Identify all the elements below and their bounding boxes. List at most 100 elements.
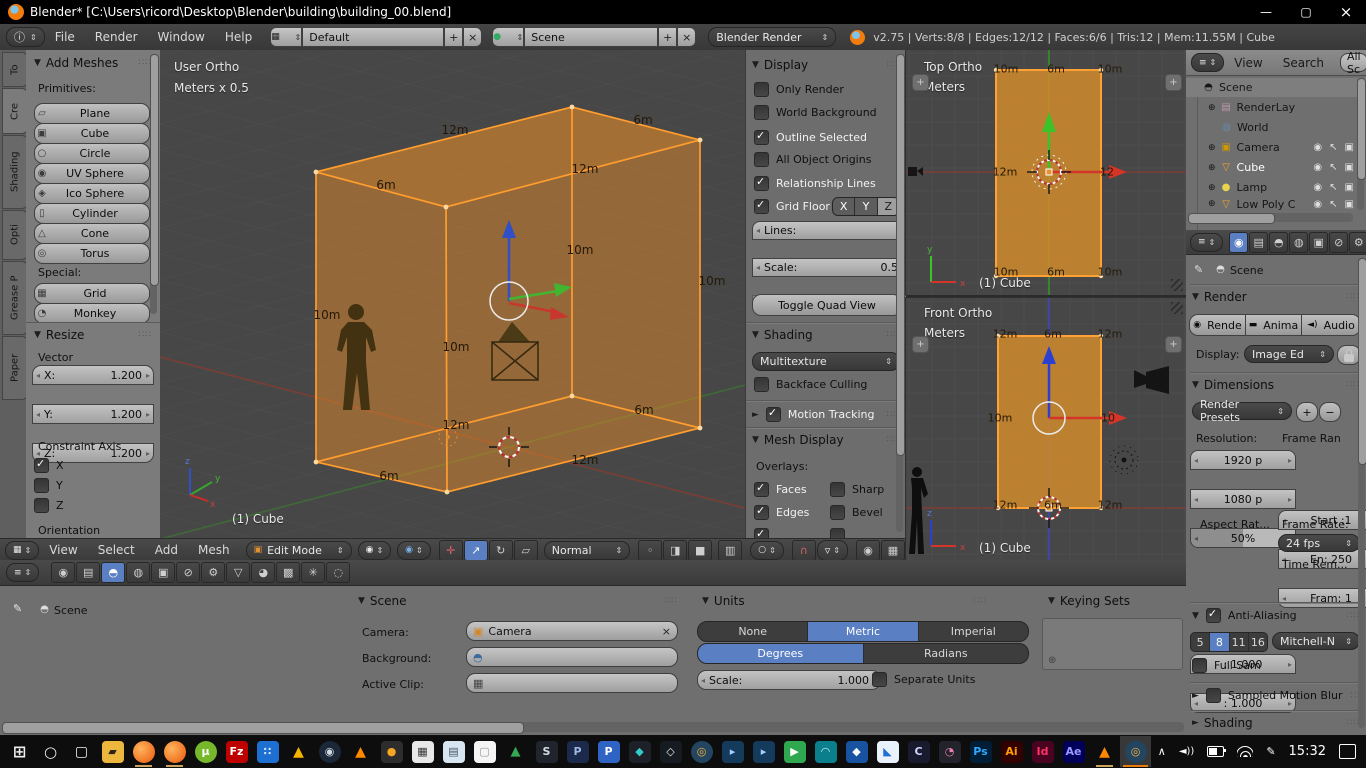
scene-icon[interactable]: ◓ xyxy=(1269,232,1288,253)
world-icon[interactable]: ◍ xyxy=(126,562,150,583)
region-expand-button[interactable]: + xyxy=(1165,74,1182,91)
shading-mode-selector[interactable]: Multitexture⇕ xyxy=(752,352,900,371)
add-torus-button[interactable]: ◎Torus xyxy=(34,243,150,264)
grid-lines-field[interactable]: Lines:50 xyxy=(752,221,906,240)
viewport-3d[interactable]: zyx User Ortho Meters x 0.5 (1) Cube 12m… xyxy=(160,50,745,538)
add-ico-sphere-button[interactable]: ◈Ico Sphere xyxy=(34,183,150,204)
notepad[interactable]: ▤ xyxy=(438,736,469,767)
indesign[interactable]: Id xyxy=(1027,736,1058,767)
tab-tools[interactable]: To xyxy=(2,52,28,87)
keying-sets-list[interactable]: ⊕ xyxy=(1042,618,1183,670)
shading-panel-header[interactable]: ▼Shading∷∷ xyxy=(752,328,900,342)
steam[interactable]: ◉ xyxy=(314,736,345,767)
mkv-app[interactable]: ▸ xyxy=(717,736,748,767)
anti-aliasing-panel-header[interactable]: ▼ Anti-Aliasing∷∷ xyxy=(1192,608,1360,623)
editor-type-outliner[interactable]: ≡⇕ xyxy=(1191,53,1224,72)
constraint-y-checkbox[interactable]: Y xyxy=(34,478,63,493)
tab-create[interactable]: Cre xyxy=(2,88,28,134)
unit-scale-field[interactable]: Scale:1.000 xyxy=(697,670,881,690)
add-grid-button[interactable]: ▦Grid xyxy=(34,283,150,304)
edge-select-toggle[interactable]: ◨ xyxy=(663,540,687,561)
constraint-x-checkbox[interactable]: X xyxy=(34,458,64,473)
battery-icon[interactable] xyxy=(1207,746,1224,757)
separate-units-checkbox[interactable]: Separate Units xyxy=(872,672,975,687)
expand-icon[interactable]: ⊕ xyxy=(1208,103,1216,113)
vlc-2[interactable]: ▲ xyxy=(1089,736,1120,767)
render-display-selector[interactable]: Image Ed⇕ xyxy=(1244,345,1334,363)
units-degrees-button[interactable]: Degrees xyxy=(698,644,863,663)
bevel-overlay-checkbox[interactable]: Bevel xyxy=(830,505,883,520)
physics-icon[interactable]: ◌ xyxy=(326,562,350,583)
all-object-origins-checkbox[interactable]: All Object Origins xyxy=(754,152,871,167)
editor-type-properties[interactable]: ≡⇕ xyxy=(1190,233,1223,252)
pin-icon[interactable]: ✎ xyxy=(13,602,22,615)
editor-type-bottom-properties[interactable]: ≡⇕ xyxy=(6,563,39,582)
add-uv-sphere-button[interactable]: ◉UV Sphere xyxy=(34,163,150,184)
render-engine-selector[interactable]: Blender Render⇕ xyxy=(708,27,836,47)
render-layers-icon[interactable]: ▤ xyxy=(76,562,100,583)
amber-lock-app[interactable]: ● xyxy=(376,736,407,767)
material-icon[interactable]: ◕ xyxy=(251,562,275,583)
media-diamond-app[interactable]: ◆ xyxy=(624,736,655,767)
display-panel-header[interactable]: ▼Display∷∷ xyxy=(752,58,900,72)
render-button[interactable]: ◉Rende xyxy=(1189,314,1246,336)
snap-toggle[interactable]: ∩ xyxy=(792,540,816,561)
screen-layout-icon[interactable]: ▦⇕ xyxy=(270,27,302,47)
add-layout-button[interactable]: + xyxy=(444,27,463,47)
outliner-item-renderlayers[interactable]: ⊕ ▤ RenderLay xyxy=(1186,98,1366,117)
aa-samples-5[interactable]: 5 xyxy=(1191,633,1209,651)
render-animation-button[interactable]: ▬Anima xyxy=(1245,314,1302,336)
outliner-hscrollbar[interactable] xyxy=(1188,213,1353,222)
snap-element-selector[interactable]: ▿⇕ xyxy=(817,540,848,561)
world-icon[interactable]: ◍ xyxy=(1289,232,1308,253)
blue-grid-app[interactable]: ∷ xyxy=(252,736,283,767)
volume-icon[interactable]: ◄)) xyxy=(1179,746,1195,757)
bottom-hscrollbar[interactable] xyxy=(2,722,1184,732)
render-presets-selector[interactable]: Render Presets⇕ xyxy=(1192,402,1292,420)
add-plane-button[interactable]: ▱Plane xyxy=(34,103,150,124)
units-radians-button[interactable]: Radians xyxy=(863,644,1029,663)
shield-app[interactable]: ◆ xyxy=(841,736,872,767)
delete-layout-button[interactable]: × xyxy=(463,27,482,47)
resolution-x-field[interactable]: 1920 p xyxy=(1190,450,1296,470)
add-preset-button[interactable]: + xyxy=(1296,402,1318,422)
scene-icon[interactable]: ◓ xyxy=(101,562,125,583)
limit-selection-toggle[interactable]: ▥ xyxy=(718,540,742,561)
document-app[interactable]: ▢ xyxy=(469,736,500,767)
viewport-top-ortho[interactable]: yx Top Ortho Meters (1) Cube 10m 6m 10m … xyxy=(905,50,1187,295)
selectable-cursor-icon[interactable]: ↖ xyxy=(1329,199,1337,210)
vlc[interactable]: ▲ xyxy=(345,736,376,767)
google-drive[interactable]: ▲ xyxy=(283,736,314,767)
wifi-icon[interactable] xyxy=(1237,746,1253,757)
rotate-manipulator-toggle[interactable]: ↻ xyxy=(489,540,513,561)
edges-overlay-checkbox[interactable]: Edges xyxy=(754,505,809,520)
task-view[interactable]: ▢ xyxy=(66,736,97,767)
screen-layout-selector[interactable]: Default xyxy=(302,27,444,47)
visibility-eye-icon[interactable]: ◉ xyxy=(1313,199,1322,210)
outliner-vscrollbar[interactable] xyxy=(1357,78,1364,210)
visibility-eye-icon[interactable]: ◉ xyxy=(1313,142,1322,153)
relationship-lines-checkbox[interactable]: Relationship Lines xyxy=(754,176,876,191)
viewport-front-ortho[interactable]: zx Front Ortho Meters (1) Cube 12m 6m 12… xyxy=(905,297,1187,561)
add-meshes-panel-header[interactable]: ▼Add Meshes∷∷ xyxy=(34,56,152,70)
renderable-camera-icon[interactable]: ▣ xyxy=(1345,142,1354,153)
opengl-render-button[interactable]: ◉ xyxy=(856,540,880,561)
tab-paper[interactable]: Paper xyxy=(2,336,28,400)
face-select-toggle[interactable]: ■ xyxy=(688,540,712,561)
units-imperial-button[interactable]: Imperial xyxy=(918,622,1028,641)
firefox[interactable] xyxy=(128,736,159,767)
toggle-quad-view-button[interactable]: Toggle Quad View xyxy=(752,294,902,316)
modifiers-icon[interactable]: ⚙ xyxy=(201,562,225,583)
region-corner-grip[interactable] xyxy=(1171,279,1183,291)
viewport-shading-selector[interactable]: ◉⇕ xyxy=(358,541,392,560)
frame-rate-selector[interactable]: 24 fps⇕ xyxy=(1278,534,1360,552)
renderable-camera-icon[interactable]: ▣ xyxy=(1345,182,1354,193)
faces-overlay-checkbox[interactable]: Faces xyxy=(754,482,807,497)
illustrator[interactable]: Ai xyxy=(996,736,1027,767)
pin-icon[interactable]: ✎ xyxy=(1194,263,1203,276)
render-icon[interactable]: ◉ xyxy=(51,562,75,583)
toolshelf-scrollbar[interactable] xyxy=(150,54,157,314)
units-none-button[interactable]: None xyxy=(698,622,807,641)
object-icon[interactable]: ▣ xyxy=(151,562,175,583)
texture-icon[interactable]: ▩ xyxy=(276,562,300,583)
